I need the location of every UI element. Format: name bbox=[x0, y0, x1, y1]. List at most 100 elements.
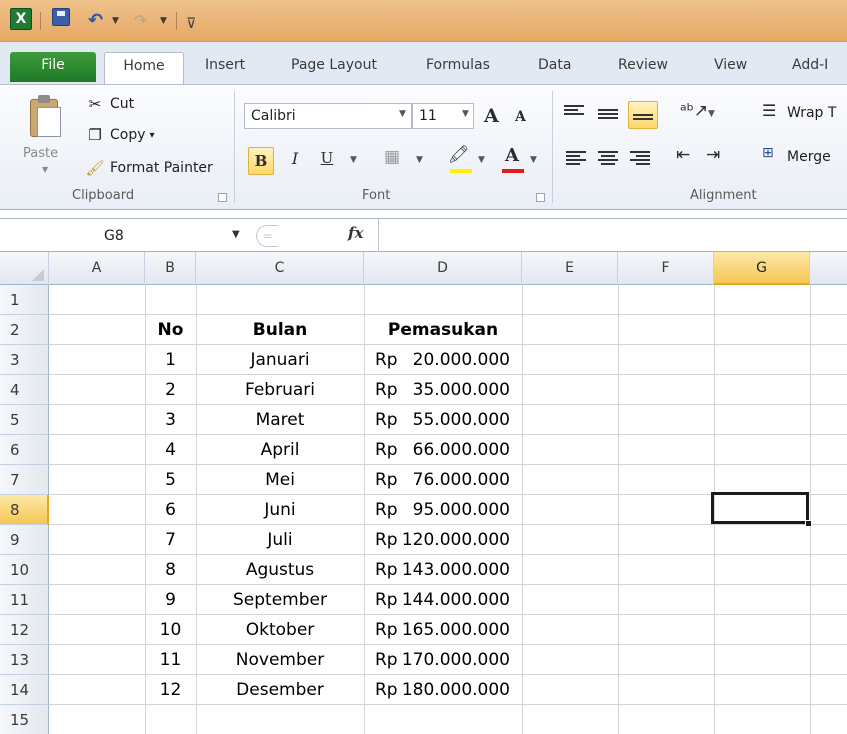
align-right-icon[interactable] bbox=[630, 149, 650, 167]
copy-button[interactable]: ❐ Copy ▾ bbox=[84, 124, 155, 146]
orientation-icon[interactable]: ᵃᵇ↗ bbox=[680, 101, 708, 121]
row-header-6[interactable]: 6 bbox=[0, 435, 49, 465]
fill-color-dropdown-icon[interactable]: ▼ bbox=[478, 155, 485, 165]
tab-data[interactable]: Data bbox=[532, 52, 577, 84]
select-all-button[interactable] bbox=[0, 252, 49, 285]
cell-bulan[interactable]: April bbox=[196, 435, 364, 465]
cell-bulan[interactable]: Desember bbox=[196, 675, 364, 705]
customize-quick-access-icon[interactable]: ⊽ bbox=[186, 12, 196, 36]
cell-no[interactable]: 3 bbox=[145, 405, 196, 435]
align-left-icon[interactable] bbox=[566, 149, 586, 167]
tab-page-layout[interactable]: Page Layout bbox=[285, 52, 383, 84]
cell-no[interactable]: 1 bbox=[145, 345, 196, 375]
cell-currency[interactable]: Rp bbox=[375, 645, 398, 675]
column-header-c[interactable]: C bbox=[196, 252, 364, 285]
shrink-font-icon[interactable]: A bbox=[515, 109, 526, 125]
row-header-12[interactable]: 12 bbox=[0, 615, 49, 645]
cell-bulan[interactable]: Januari bbox=[196, 345, 364, 375]
name-box[interactable]: G8 bbox=[6, 223, 226, 249]
cell-no[interactable]: 11 bbox=[145, 645, 196, 675]
row-header-4[interactable]: 4 bbox=[0, 375, 49, 405]
cell-no[interactable]: 7 bbox=[145, 525, 196, 555]
cell-bulan[interactable]: Mei bbox=[196, 465, 364, 495]
underline-dropdown-icon[interactable]: ▼ bbox=[350, 155, 357, 165]
cell-amount[interactable]: 66.000.000 bbox=[413, 435, 510, 465]
cell-amount[interactable]: 35.000.000 bbox=[413, 375, 510, 405]
name-box-dropdown-icon[interactable]: ▼ bbox=[232, 229, 240, 240]
formula-input[interactable] bbox=[378, 219, 847, 253]
cell-currency[interactable]: Rp bbox=[375, 675, 398, 705]
cell-bulan[interactable]: Maret bbox=[196, 405, 364, 435]
row-header-3[interactable]: 3 bbox=[0, 345, 49, 375]
font-launcher-icon[interactable] bbox=[536, 193, 545, 202]
grow-font-icon[interactable]: A bbox=[484, 105, 499, 127]
cell-amount[interactable]: 180.000.000 bbox=[402, 675, 510, 705]
excel-logo-icon[interactable]: X bbox=[10, 8, 32, 30]
cell-currency[interactable]: Rp bbox=[375, 405, 398, 435]
fill-color-icon[interactable]: 🖍 bbox=[448, 145, 470, 165]
row-header-10[interactable]: 10 bbox=[0, 555, 49, 585]
cell-bulan[interactable]: Juli bbox=[196, 525, 364, 555]
align-center-icon[interactable] bbox=[598, 149, 618, 167]
tab-home[interactable]: Home bbox=[104, 52, 184, 84]
bold-button[interactable]: B bbox=[248, 147, 274, 175]
header-cell-no[interactable]: No bbox=[145, 315, 196, 345]
font-size-dropdown-icon[interactable]: ▼ bbox=[462, 109, 469, 119]
column-header-e[interactable]: E bbox=[522, 252, 618, 285]
column-header-g[interactable]: G bbox=[714, 252, 810, 285]
cell-currency[interactable]: Rp bbox=[375, 435, 398, 465]
row-header-11[interactable]: 11 bbox=[0, 585, 49, 615]
header-cell-pemasukan[interactable]: Pemasukan bbox=[364, 315, 522, 345]
cell-currency[interactable]: Rp bbox=[375, 525, 398, 555]
cell-amount[interactable]: 55.000.000 bbox=[413, 405, 510, 435]
row-header-14[interactable]: 14 bbox=[0, 675, 49, 705]
cell-amount[interactable]: 165.000.000 bbox=[402, 615, 510, 645]
row-header-13[interactable]: 13 bbox=[0, 645, 49, 675]
font-color-icon[interactable]: A bbox=[505, 145, 519, 166]
merge-center-icon[interactable]: ⊞ bbox=[762, 145, 774, 161]
cell-amount[interactable]: 120.000.000 bbox=[402, 525, 510, 555]
cell-bulan[interactable]: Juni bbox=[196, 495, 364, 525]
redo-dropdown-icon[interactable]: ▼ bbox=[160, 16, 167, 26]
cell-currency[interactable]: Rp bbox=[375, 375, 398, 405]
row-header-1[interactable]: 1 bbox=[0, 285, 49, 315]
cell-no[interactable]: 5 bbox=[145, 465, 196, 495]
italic-button[interactable]: I bbox=[284, 149, 306, 168]
borders-dropdown-icon[interactable]: ▼ bbox=[416, 155, 423, 165]
cell-currency[interactable]: Rp bbox=[375, 345, 398, 375]
row-header-5[interactable]: 5 bbox=[0, 405, 49, 435]
cell-amount[interactable]: 95.000.000 bbox=[413, 495, 510, 525]
cell-currency[interactable]: Rp bbox=[375, 495, 398, 525]
cell-bulan[interactable]: Oktober bbox=[196, 615, 364, 645]
copy-dropdown-icon[interactable]: ▾ bbox=[150, 130, 155, 141]
format-painter-button[interactable]: 🖌 Format Painter bbox=[84, 157, 212, 179]
paste-button[interactable] bbox=[26, 93, 64, 139]
cell-no[interactable]: 2 bbox=[145, 375, 196, 405]
row-header-8[interactable]: 8 bbox=[0, 495, 49, 525]
font-name-input[interactable]: Calibri bbox=[244, 103, 412, 129]
font-name-dropdown-icon[interactable]: ▼ bbox=[399, 109, 406, 119]
cell-amount[interactable]: 170.000.000 bbox=[402, 645, 510, 675]
clipboard-launcher-icon[interactable] bbox=[218, 193, 227, 202]
underline-button[interactable]: U bbox=[316, 149, 338, 167]
fill-handle[interactable] bbox=[805, 520, 812, 527]
formula-cancel-icon[interactable]: = bbox=[256, 225, 278, 247]
cell-amount[interactable]: 143.000.000 bbox=[402, 555, 510, 585]
active-cell-g8[interactable] bbox=[711, 492, 809, 524]
save-icon[interactable] bbox=[52, 8, 70, 26]
font-color-dropdown-icon[interactable]: ▼ bbox=[530, 155, 537, 165]
paste-dropdown-icon[interactable]: ▼ bbox=[42, 165, 48, 174]
cell-currency[interactable]: Rp bbox=[375, 585, 398, 615]
tab-add-ins[interactable]: Add-I bbox=[786, 52, 834, 84]
row-header-7[interactable]: 7 bbox=[0, 465, 49, 495]
paste-label[interactable]: Paste bbox=[23, 146, 58, 161]
align-top-icon[interactable] bbox=[564, 103, 584, 121]
decrease-indent-icon[interactable]: ⇤ bbox=[676, 145, 690, 165]
align-middle-icon[interactable] bbox=[598, 107, 618, 125]
row-header-2[interactable]: 2 bbox=[0, 315, 49, 345]
tab-review[interactable]: Review bbox=[612, 52, 674, 84]
cut-button[interactable]: ✂ Cut bbox=[84, 93, 134, 115]
cell-bulan[interactable]: November bbox=[196, 645, 364, 675]
increase-indent-icon[interactable]: ⇥ bbox=[706, 145, 720, 165]
row-header-15[interactable]: 15 bbox=[0, 705, 49, 734]
